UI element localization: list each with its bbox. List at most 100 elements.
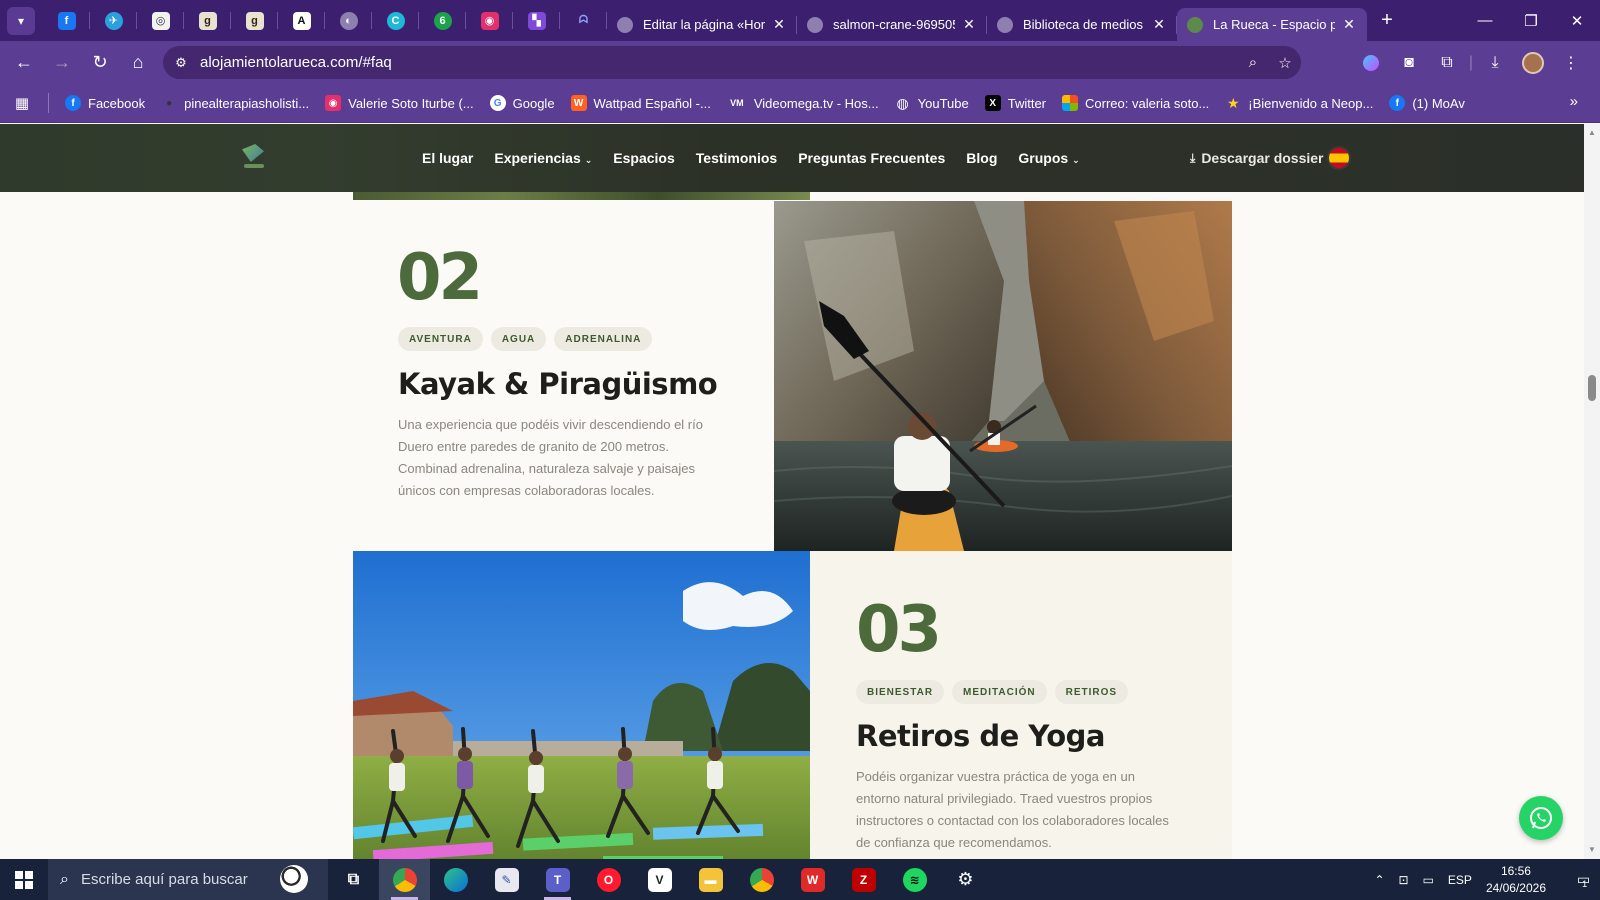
pinned-tab[interactable]: g — [184, 0, 231, 41]
taskbar-paint[interactable]: ✎ — [481, 859, 532, 900]
bookmark-google[interactable]: G Google — [482, 89, 563, 117]
more-bookmarks-icon[interactable]: » — [1570, 93, 1578, 110]
pinned-tab[interactable]: f — [43, 0, 90, 41]
bookmark-youtube[interactable]: ◍ YouTube — [887, 89, 977, 117]
pinned-tab[interactable]: ◐ — [325, 0, 372, 41]
nav-preguntas-frecuentes[interactable]: Preguntas Frecuentes — [798, 150, 945, 166]
notification-center-button[interactable]: ▭ 1 — [1564, 859, 1600, 900]
close-icon[interactable]: ✕ — [1341, 16, 1357, 33]
tag: RETIROS — [1054, 680, 1129, 704]
goodreads-icon: g — [198, 11, 217, 30]
taskbar-filezilla[interactable]: Z — [838, 859, 889, 900]
tab-la-rueca[interactable]: La Rueca - Espacio p ✕ — [1177, 8, 1367, 41]
bookmark-wattpad[interactable]: W Wattpad Español -... — [563, 89, 719, 117]
nav-testimonios[interactable]: Testimonios — [696, 150, 777, 166]
scroll-up-icon[interactable]: ▲ — [1587, 128, 1597, 138]
nav-el-lugar[interactable]: El lugar — [422, 150, 473, 166]
taskbar-search[interactable]: ⌕ Escribe aquí para buscar — [48, 859, 328, 900]
close-icon[interactable]: ✕ — [771, 16, 787, 33]
pinned-tab[interactable]: C — [372, 0, 419, 41]
taskbar-chrome[interactable] — [379, 859, 430, 900]
language-indicator[interactable]: ESP — [1448, 873, 1472, 887]
pinned-tab[interactable]: ✈ — [90, 0, 137, 41]
clock-date: 24/06/2026 — [1485, 880, 1546, 895]
zoom-icon[interactable]: ⌕ — [1237, 54, 1269, 71]
pinned-tab[interactable]: g — [231, 0, 278, 41]
scrollbar-thumb[interactable] — [1588, 375, 1596, 401]
taskbar-edge[interactable] — [430, 859, 481, 900]
dragon-icon: ᗣ — [574, 11, 593, 30]
taskbar-chrome-profile[interactable] — [736, 859, 787, 900]
pinned-tab[interactable]: A — [278, 0, 325, 41]
close-window-button[interactable]: ✕ — [1554, 0, 1600, 41]
copilot-icon[interactable] — [1352, 54, 1390, 71]
screenshot-icon[interactable]: ◙ — [1390, 54, 1428, 72]
home-button[interactable]: ⌂ — [120, 45, 156, 81]
clock[interactable]: 16:56 24/06/2026 — [1486, 863, 1546, 897]
address-bar[interactable]: ⚙ alojamientolarueca.com/#faq ⌕ ☆ — [163, 46, 1301, 79]
download-icon[interactable]: ⤓ — [1476, 54, 1514, 72]
tab-biblioteca-medios[interactable]: Biblioteca de medios ✕ — [987, 8, 1177, 41]
extensions-icon[interactable]: ⧉ — [1428, 54, 1466, 72]
bookmark-videomega[interactable]: VM Videomega.tv - Hos... — [719, 89, 887, 117]
pinned-tab[interactable]: ◎ — [137, 0, 184, 41]
chevron-up-icon[interactable]: ⌃ — [1374, 873, 1384, 887]
page-scrollbar[interactable]: ▲ ▼ — [1584, 124, 1600, 859]
taskbar-wps[interactable]: W — [787, 859, 838, 900]
close-icon[interactable]: ✕ — [961, 16, 977, 33]
scroll-down-icon[interactable]: ▼ — [1587, 845, 1597, 855]
bookmark-facebook[interactable]: f Facebook — [57, 89, 153, 117]
bookmark-valerie[interactable]: ◉ Valerie Soto Iturbe (... — [317, 89, 482, 117]
url-text[interactable]: alojamientolarueca.com/#faq — [200, 54, 1237, 71]
la-rueca-logo[interactable] — [240, 142, 268, 172]
bookmark-star-icon[interactable]: ☆ — [1269, 54, 1301, 72]
taskbar-spotify[interactable]: ≋ — [889, 859, 940, 900]
bookmark-twitter[interactable]: X Twitter — [977, 89, 1054, 117]
pinned-tab[interactable]: 6 — [419, 0, 466, 41]
pinned-tab[interactable]: ᗣ — [560, 0, 607, 41]
taskbar-explorer[interactable]: ▬ — [685, 859, 736, 900]
tab-search-icon[interactable]: ▾ — [7, 6, 35, 35]
apps-icon[interactable]: ▦ — [2, 88, 42, 118]
pinned-tab[interactable]: ◉ — [466, 0, 513, 41]
start-button[interactable] — [0, 859, 48, 900]
battery-icon[interactable]: ▭ — [1423, 873, 1434, 887]
pinned-tab[interactable]: ▚ — [513, 0, 560, 41]
reload-button[interactable]: ↻ — [82, 45, 118, 81]
tab-salmon-crane[interactable]: salmon-crane-969505 ✕ — [797, 8, 987, 41]
bookmark-pineal[interactable]: ● pinealterapiasholisti... — [153, 89, 317, 117]
task-view-button[interactable]: ⧉ — [328, 859, 379, 900]
site-header: El lugar Experiencias ⌄ Espacios Testimon… — [0, 124, 1584, 192]
spanish-flag-icon[interactable] — [1327, 146, 1351, 170]
restore-button[interactable]: ❐ — [1508, 0, 1554, 41]
profile-avatar[interactable] — [1514, 51, 1552, 74]
browser-tab-strip: ▾ f ✈ ◎ g g A ◐ C 6 ◉ ▚ ᗣ Editar la pági… — [0, 0, 1600, 41]
network-icon[interactable]: ⊡ — [1399, 873, 1409, 887]
bookmark-correo[interactable]: Correo: valeria soto... — [1054, 89, 1217, 117]
taskbar-opera[interactable]: O — [583, 859, 634, 900]
font-a-icon: A — [292, 11, 311, 30]
logo-base — [244, 164, 264, 168]
site-info-icon[interactable]: ⚙ — [166, 48, 196, 78]
telegram-icon: ✈ — [104, 11, 123, 30]
clock-time: 16:56 — [1500, 863, 1531, 878]
back-button[interactable]: ← — [6, 45, 42, 81]
nav-grupos[interactable]: Grupos ⌄ — [1018, 150, 1079, 166]
download-dossier-link[interactable]: ⤓ Descargar dossier — [1190, 124, 1324, 192]
tab-editar-pagina[interactable]: Editar la página «Hor ✕ — [607, 8, 797, 41]
bookmark-moav[interactable]: f (1) MoAv — [1381, 89, 1473, 117]
new-tab-button[interactable]: + — [1371, 5, 1403, 37]
nav-experiencias[interactable]: Experiencias ⌄ — [494, 150, 592, 166]
more-menu-icon[interactable]: ⋮ — [1552, 53, 1590, 73]
minimize-button[interactable]: — — [1462, 0, 1508, 41]
nav-espacios[interactable]: Espacios — [613, 150, 674, 166]
whatsapp-button[interactable] — [1519, 796, 1563, 840]
forward-button[interactable]: → — [44, 45, 80, 81]
taskbar-teams[interactable]: T — [532, 859, 583, 900]
close-icon[interactable]: ✕ — [1151, 16, 1167, 33]
six-icon: 6 — [433, 11, 452, 30]
bookmark-neopets[interactable]: ★ ¡Bienvenido a Neop... — [1217, 89, 1381, 117]
nav-blog[interactable]: Blog — [966, 150, 997, 166]
taskbar-settings[interactable]: ⚙ — [940, 859, 991, 900]
taskbar-v-app[interactable]: V — [634, 859, 685, 900]
